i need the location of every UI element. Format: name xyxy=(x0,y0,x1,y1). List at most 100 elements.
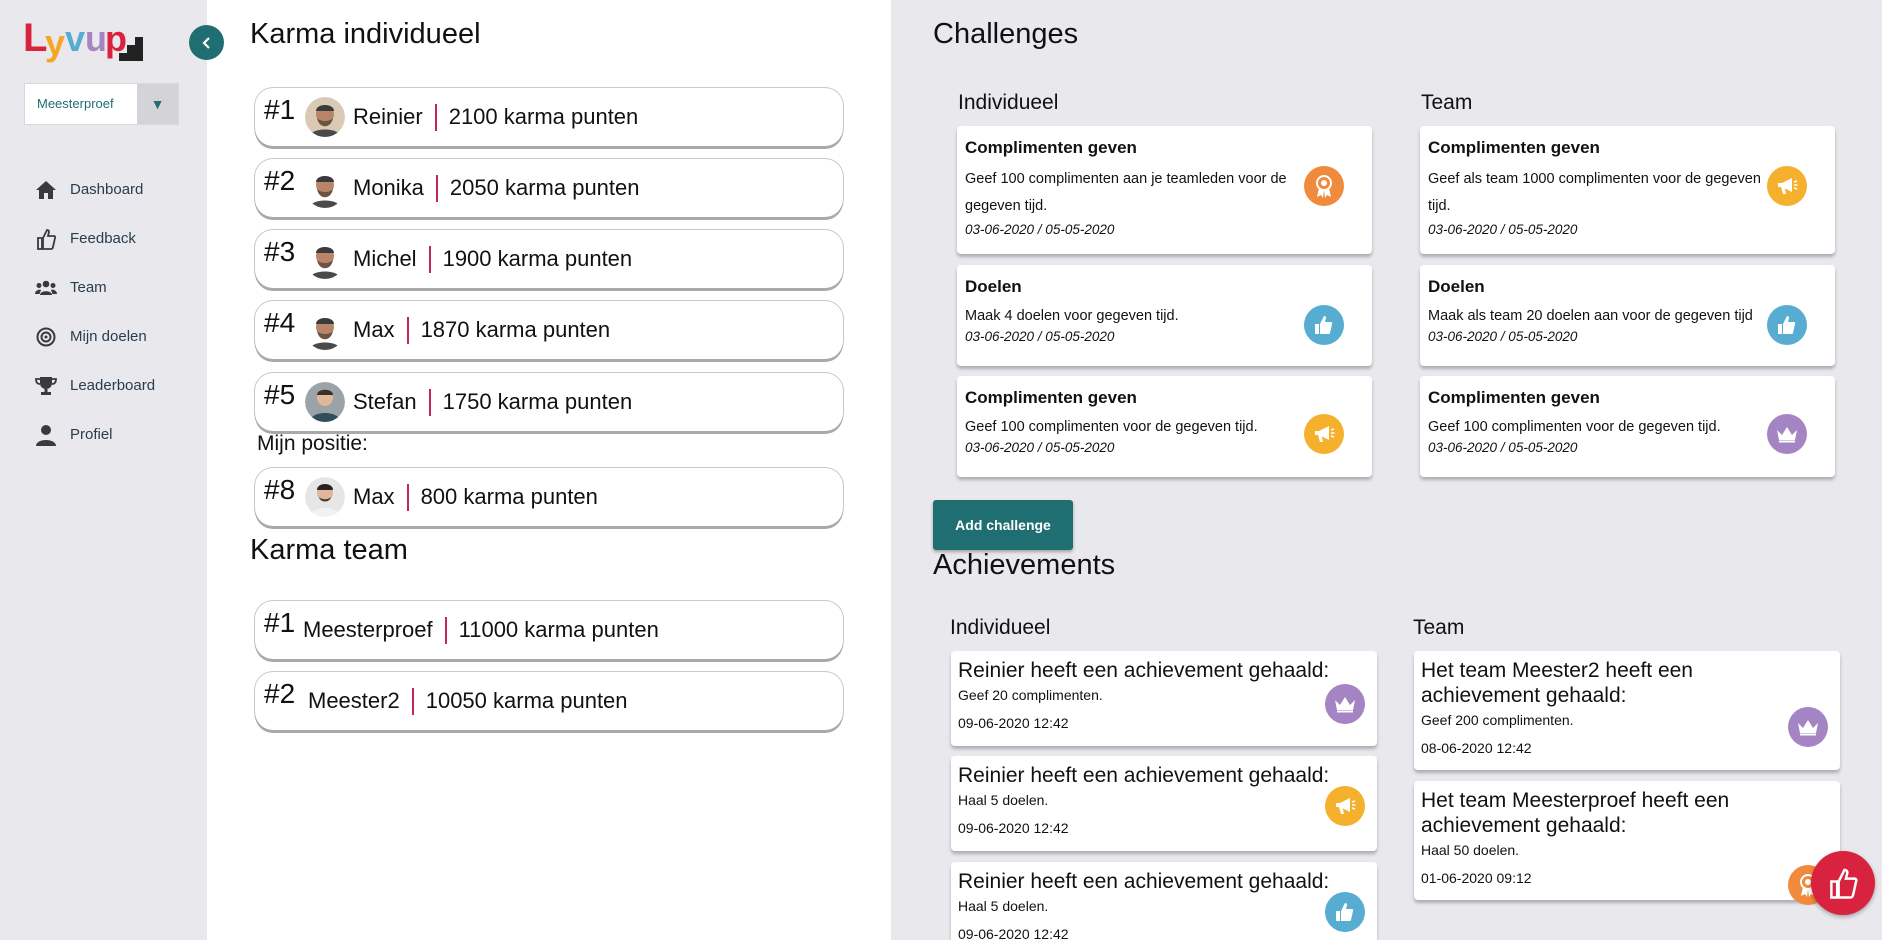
team-name: Meesterproef xyxy=(303,617,433,642)
challenge-card[interactable]: Complimenten geven Geef 100 complimenten… xyxy=(1420,376,1835,477)
avatar xyxy=(305,310,345,350)
achievement-title: Het team Meesterproef heeft een achievem… xyxy=(1421,789,1730,837)
add-challenge-button[interactable]: Add challenge xyxy=(933,500,1073,550)
chevron-left-icon xyxy=(201,36,210,49)
achievements-individueel-label: Individueel xyxy=(950,616,1051,639)
achievement-title: Het team Meester2 heeft een achievement … xyxy=(1421,659,1693,707)
challenge-date: 03-06-2020 / 05-05-2020 xyxy=(965,440,1115,455)
target-icon xyxy=(34,325,58,349)
challenge-description: Maak 4 doelen voor gegeven tijd. xyxy=(965,308,1179,324)
team-select[interactable]: Meesterproef ▼ xyxy=(24,83,179,125)
avatar xyxy=(305,477,345,517)
sidebar-item-label: Feedback xyxy=(70,230,136,247)
divider xyxy=(428,245,431,273)
challenge-card[interactable]: Doelen Maak 4 doelen voor gegeven tijd. … xyxy=(957,265,1372,366)
sidebar-item-mijn-doelen[interactable]: Mijn doelen xyxy=(34,312,155,361)
thumbs-up-icon xyxy=(1767,305,1807,345)
achievement-description: Haal 50 doelen. xyxy=(1421,842,1520,858)
rank: #5 xyxy=(264,379,296,410)
megaphone-icon xyxy=(1325,786,1365,826)
achievement-card: Het team Meester2 heeft een achievement … xyxy=(1414,651,1840,770)
sidebar-item-leaderboard[interactable]: Leaderboard xyxy=(34,361,155,410)
challenge-card[interactable]: Complimenten geven Geef 100 complimenten… xyxy=(957,126,1372,254)
karma-column: Karma individueel #1 Reinier 2100 karma … xyxy=(207,0,891,940)
crown-icon xyxy=(1788,707,1828,747)
achievements-title: Achievements xyxy=(933,549,1116,581)
karma-individueel-title: Karma individueel xyxy=(250,18,481,50)
achievement-title: Reinier heeft een achievement gehaald: xyxy=(958,764,1330,787)
challenge-date: 03-06-2020 / 05-05-2020 xyxy=(1428,222,1578,237)
achievement-description: Geef 20 complimenten. xyxy=(958,687,1103,703)
achievement-card: Reinier heeft een achievement gehaald: H… xyxy=(951,756,1377,851)
karma-points: 1750 karma punten xyxy=(442,389,633,414)
avatar xyxy=(305,382,345,422)
sidebar-item-label: Mijn doelen xyxy=(70,328,147,345)
achievement-card: Reinier heeft een achievement gehaald: G… xyxy=(951,651,1377,746)
mijn-positie-label: Mijn positie: xyxy=(257,432,368,455)
achievement-card: Reinier heeft een achievement gehaald: H… xyxy=(951,862,1377,940)
rank: #2 xyxy=(264,678,296,709)
name: Michel xyxy=(353,246,417,271)
svg-text:y: y xyxy=(45,22,65,63)
rank: #4 xyxy=(264,307,296,338)
challenges-team-label: Team xyxy=(1421,91,1473,114)
karma-points: 2100 karma punten xyxy=(448,104,639,129)
thumbs-up-icon xyxy=(1830,868,1858,899)
challenge-title: Complimenten geven xyxy=(1428,138,1600,157)
svg-text:L: L xyxy=(23,16,47,60)
team-karma-row: #2 Meester2 10050 karma punten xyxy=(255,672,843,730)
lyvup-logo[interactable]: L y v u p xyxy=(23,15,143,67)
achievement-date: 08-06-2020 12:42 xyxy=(1421,740,1532,756)
challenge-description: Geef 100 complimenten voor de gegeven ti… xyxy=(965,419,1258,435)
karma-row: #5 Stefan 1750 karma punten xyxy=(255,373,843,431)
achievement-description: Haal 5 doelen. xyxy=(958,898,1049,914)
megaphone-icon xyxy=(1304,414,1344,454)
divider xyxy=(428,388,431,416)
avatar xyxy=(305,239,345,279)
karma-points: 1900 karma punten xyxy=(442,246,633,271)
sidebar-item-label: Team xyxy=(70,279,107,296)
challenge-title: Doelen xyxy=(965,277,1022,296)
challenge-description: Geef 100 complimenten aan je teamleden v… xyxy=(965,171,1287,214)
chevron-down-icon[interactable]: ▼ xyxy=(137,84,178,124)
sidebar-item-dashboard[interactable]: Dashboard xyxy=(34,165,155,214)
avatar xyxy=(305,97,345,137)
challenge-card[interactable]: Complimenten geven Geef als team 1000 co… xyxy=(1420,126,1835,254)
challenge-card[interactable]: Doelen Maak als team 20 doelen aan voor … xyxy=(1420,265,1835,366)
thumbs-up-icon xyxy=(1325,892,1365,932)
karma-points: 1870 karma punten xyxy=(420,317,611,342)
achievement-card: Het team Meesterproef heeft een achievem… xyxy=(1414,781,1840,905)
team-karma-row: #1 Meesterproef 11000 karma punten xyxy=(255,601,843,659)
challenge-card[interactable]: Complimenten geven Geef 100 complimenten… xyxy=(957,376,1372,477)
challenge-description: Geef 100 complimenten voor de gegeven ti… xyxy=(1428,419,1721,435)
users-icon xyxy=(34,276,58,300)
achievement-date: 01-06-2020 09:12 xyxy=(1421,870,1532,886)
name: Stefan xyxy=(353,389,417,414)
challenges-individueel-label: Individueel xyxy=(958,91,1059,114)
divider xyxy=(406,483,409,511)
challenges-title: Challenges xyxy=(933,18,1079,50)
name: Max xyxy=(353,317,395,342)
sidebar-item-feedback[interactable]: Feedback xyxy=(34,214,155,263)
sidebar-item-label: Dashboard xyxy=(70,181,144,198)
home-icon xyxy=(34,178,58,202)
collapse-sidebar-button[interactable] xyxy=(189,25,224,60)
svg-text:u: u xyxy=(85,18,107,59)
name: Max xyxy=(353,484,395,509)
divider xyxy=(435,174,438,202)
sidebar-item-team[interactable]: Team xyxy=(34,263,155,312)
team-select-value: Meesterproef xyxy=(37,96,114,111)
achievement-description: Geef 200 complimenten. xyxy=(1421,712,1574,728)
sidebar-item-profiel[interactable]: Profiel xyxy=(34,410,155,459)
karma-row: #2 Monika 2050 karma punten xyxy=(255,159,843,217)
challenge-description: Geef als team 1000 complimenten voor de … xyxy=(1428,171,1761,214)
rank: #8 xyxy=(264,474,296,505)
my-position-row: #8 Max 800 karma punten xyxy=(255,468,843,526)
svg-text:v: v xyxy=(65,18,85,59)
karma-row: #3 Michel 1900 karma punten xyxy=(255,230,843,288)
karma-team-title: Karma team xyxy=(250,534,408,566)
karma-points: 800 karma punten xyxy=(420,484,598,509)
give-feedback-button[interactable] xyxy=(1811,851,1875,915)
karma-points: 10050 karma punten xyxy=(425,688,628,713)
achievement-date: 09-06-2020 12:42 xyxy=(958,820,1069,836)
